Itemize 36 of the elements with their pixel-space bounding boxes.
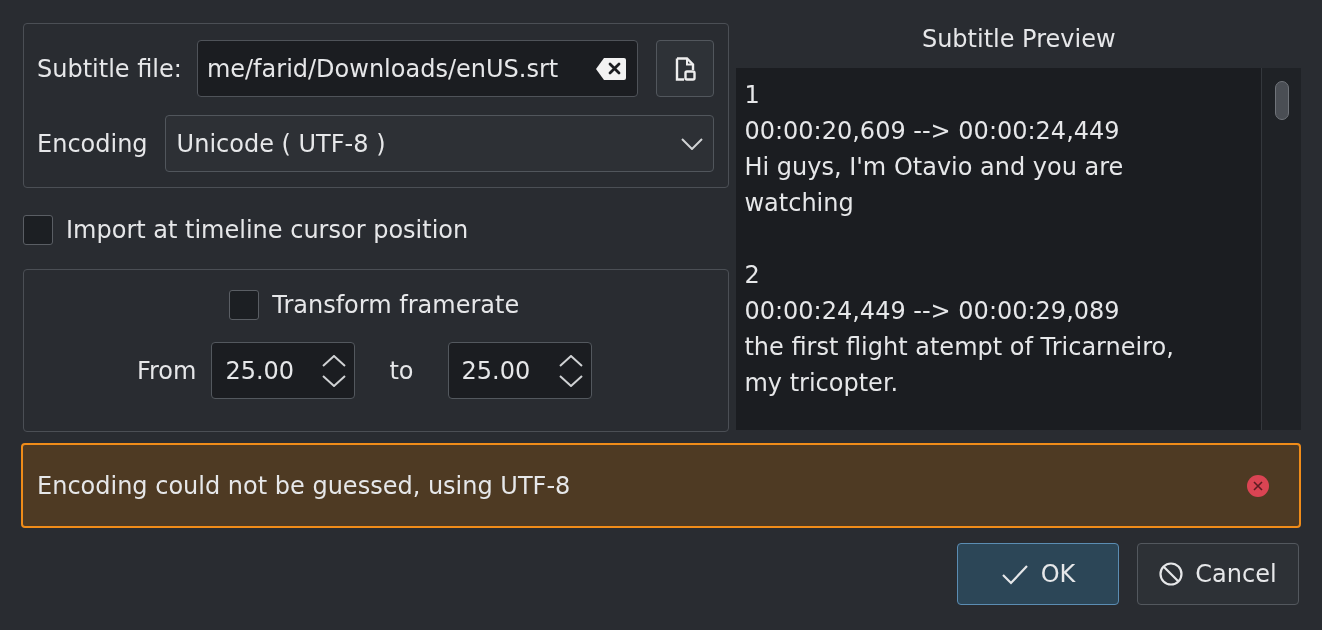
subtitle-timing: 00:00:24,449 --> 00:00:29,089 <box>744 296 1120 327</box>
preview-title: Subtitle Preview <box>920 24 1117 54</box>
document-icon <box>674 56 697 81</box>
checkbox[interactable] <box>23 215 53 245</box>
message-text: Encoding could not be guessed, using UTF-8 <box>37 470 571 502</box>
cancel-button[interactable]: Cancel <box>1137 543 1299 605</box>
subtitle-text: watching <box>744 188 854 219</box>
chevron-up-icon[interactable] <box>322 354 347 367</box>
chevron-up-icon[interactable] <box>558 354 583 367</box>
field-label: From <box>136 355 197 387</box>
field-label: Subtitle file: <box>37 53 182 85</box>
spin-box[interactable]: 25.00 <box>447 342 592 399</box>
encoding-dropdown[interactable]: Unicode ( UTF-8 ) <box>164 115 715 172</box>
subtitle-text: Hi guys, I'm Otavio and you are <box>744 152 1124 183</box>
scrollbar-track[interactable] <box>1261 68 1301 430</box>
browse-file-button[interactable] <box>656 40 715 97</box>
field-label: to <box>389 355 414 387</box>
chevron-down-icon <box>681 137 704 150</box>
prohibited-icon <box>1159 562 1184 586</box>
checkbox-label: Import at timeline cursor position <box>66 215 469 246</box>
subtitle-text: my tricopter. <box>744 368 899 399</box>
checkbox[interactable] <box>229 289 260 320</box>
subtitle-timing: 00:00:20,609 --> 00:00:24,449 <box>744 116 1120 147</box>
subtitle-number: 1 <box>744 80 760 111</box>
file-path-field[interactable]: me/farid/Downloads/enUS.srt <box>196 40 639 97</box>
subtitle-number: 2 <box>744 260 760 291</box>
close-icon[interactable] <box>1247 474 1269 497</box>
chevron-down-icon[interactable] <box>558 374 583 387</box>
scrollbar-thumb[interactable] <box>1274 81 1289 120</box>
field-label: Encoding <box>37 128 148 160</box>
chevron-down-icon[interactable] <box>322 374 347 387</box>
ok-button[interactable]: OK <box>957 543 1119 605</box>
clear-icon[interactable] <box>595 56 628 81</box>
subtitle-text: the first flight atempt of Tricarneiro, <box>744 332 1174 363</box>
checkbox-label: Transform framerate <box>272 289 520 321</box>
spin-box[interactable]: 25.00 <box>211 342 356 399</box>
